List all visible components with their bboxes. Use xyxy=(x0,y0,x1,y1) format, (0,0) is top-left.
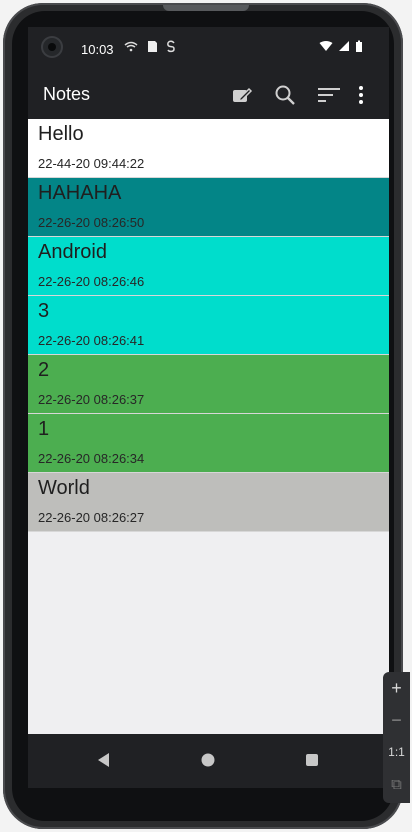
status-bar: 10:03 xyxy=(28,27,389,71)
back-icon[interactable] xyxy=(98,753,109,767)
emulator-side-toolbar: + − 1:1 ⧉ xyxy=(383,672,410,803)
note-timestamp: 22-26-20 08:26:27 xyxy=(38,510,145,525)
screen-mode-button[interactable]: ⧉ xyxy=(383,768,410,800)
note-item[interactable]: World 22-26-20 08:26:27 xyxy=(28,473,389,532)
battery-icon xyxy=(356,40,362,52)
notification-icons xyxy=(124,40,176,53)
zoom-in-button[interactable]: + xyxy=(383,672,410,704)
note-timestamp: 22-26-20 08:26:41 xyxy=(38,333,145,348)
note-item[interactable]: Hello 22-44-20 09:44:22 xyxy=(28,119,389,178)
status-time: 10:03 xyxy=(81,42,114,57)
zoom-out-button[interactable]: − xyxy=(383,704,410,736)
note-item[interactable]: 2 22-26-20 08:26:37 xyxy=(28,355,389,414)
note-title: 3 xyxy=(38,300,50,322)
camera-icon xyxy=(41,36,63,58)
device-top-notch xyxy=(163,5,249,11)
note-item[interactable]: 1 22-26-20 08:26:34 xyxy=(28,414,389,473)
note-title: HAHAHA xyxy=(38,182,122,204)
new-note-icon[interactable] xyxy=(228,82,256,108)
note-title: Android xyxy=(38,241,107,263)
note-title: 2 xyxy=(38,359,50,381)
home-icon[interactable] xyxy=(201,753,215,767)
note-item[interactable]: Android 22-26-20 08:26:46 xyxy=(28,237,389,296)
note-timestamp: 22-44-20 09:44:22 xyxy=(38,156,145,171)
actual-size-button[interactable]: 1:1 xyxy=(383,736,410,768)
note-timestamp: 22-26-20 08:26:50 xyxy=(38,215,145,230)
overview-icon[interactable] xyxy=(306,754,318,766)
sort-icon[interactable] xyxy=(315,82,343,108)
system-navigation-bar xyxy=(28,734,389,788)
note-timestamp: 22-26-20 08:26:46 xyxy=(38,274,145,289)
note-title: World xyxy=(38,477,90,499)
sync-icon xyxy=(167,40,175,53)
note-title: 1 xyxy=(38,418,50,440)
phone-screen: 10:03 Notes Hello 22-44-20 09:44:22 HAHA… xyxy=(28,27,389,788)
note-item[interactable]: HAHAHA 22-26-20 08:26:50 xyxy=(28,178,389,237)
more-options-icon[interactable] xyxy=(354,82,368,108)
note-timestamp: 22-26-20 08:26:34 xyxy=(38,451,145,466)
notes-list: Hello 22-44-20 09:44:22 HAHAHA 22-26-20 … xyxy=(28,119,389,532)
sd-card-icon xyxy=(148,41,157,52)
note-item[interactable]: 3 22-26-20 08:26:41 xyxy=(28,296,389,355)
wifi-signal-icon xyxy=(319,41,333,51)
wifi-icon xyxy=(124,41,138,52)
search-icon[interactable] xyxy=(271,82,299,108)
app-bar: Notes xyxy=(28,71,389,119)
app-title: Notes xyxy=(43,84,91,104)
note-title: Hello xyxy=(38,123,84,145)
system-status-icons xyxy=(319,40,363,53)
note-timestamp: 22-26-20 08:26:37 xyxy=(38,392,145,407)
cell-signal-icon xyxy=(339,41,349,51)
